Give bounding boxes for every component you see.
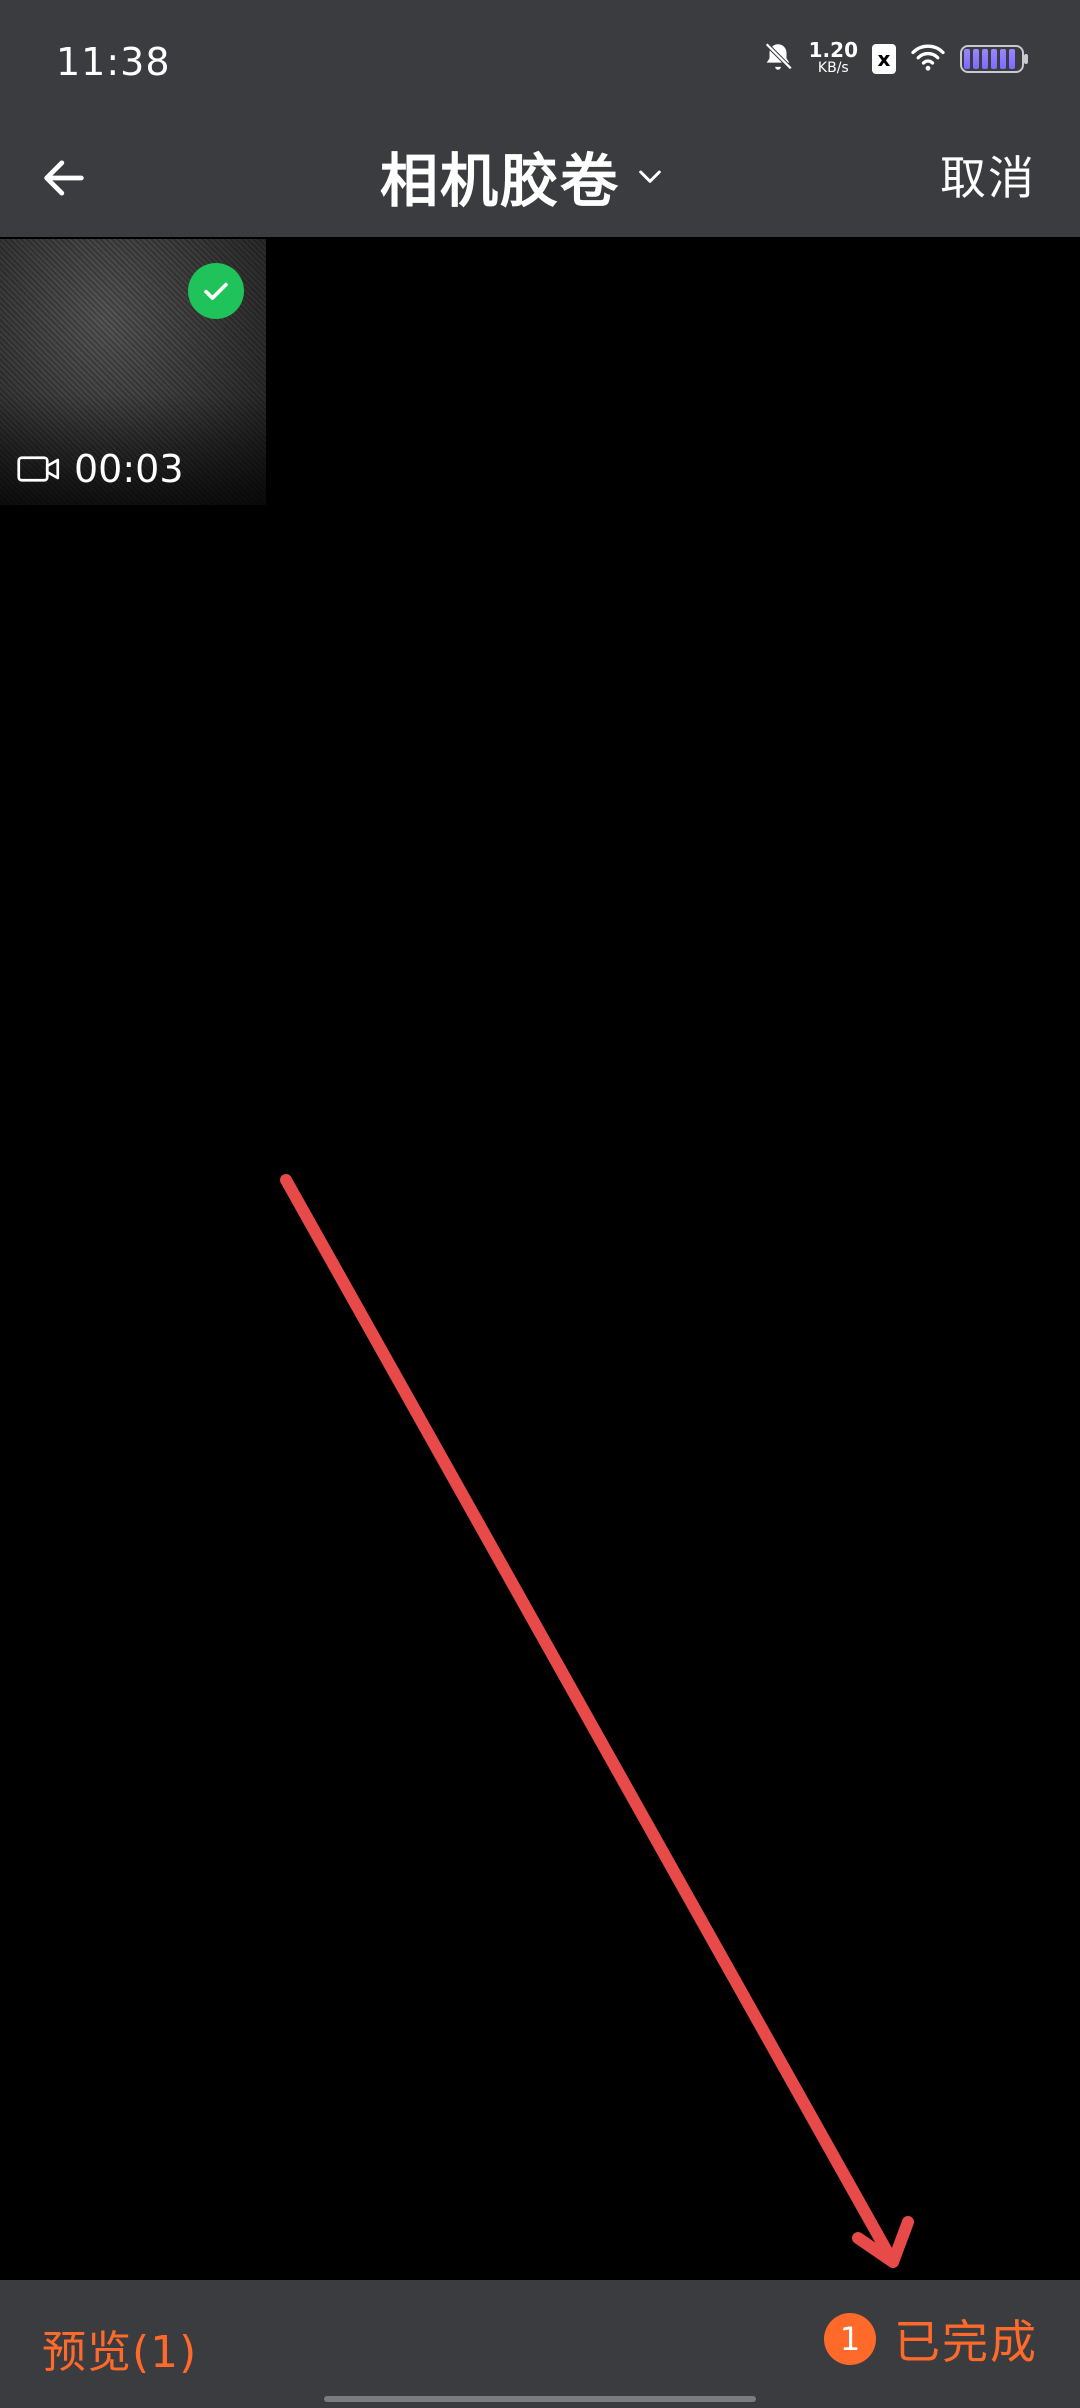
video-camera-icon: [17, 456, 60, 482]
net-speed-value: 1.20: [808, 38, 858, 62]
bottom-bar: 预览(1) 1 已完成: [0, 2280, 1080, 2408]
video-duration: 00:03: [74, 447, 184, 491]
bell-off-icon: [761, 40, 795, 78]
status-bar: 11:38 1.20 KB/s x: [0, 0, 1080, 120]
media-grid: 00:03: [0, 239, 1080, 2236]
arrow-left-icon: [44, 160, 84, 196]
cancel-button[interactable]: 取消: [940, 142, 1036, 208]
app-bar: 相机胶卷 取消: [0, 120, 1080, 237]
check-icon[interactable]: [188, 263, 244, 319]
wifi-icon: [910, 42, 946, 76]
album-selector[interactable]: 相机胶卷: [380, 136, 670, 216]
done-button[interactable]: 1 已完成: [824, 2306, 1038, 2372]
preview-button[interactable]: 预览(1): [42, 2316, 197, 2380]
selected-count-badge: 1: [824, 2313, 876, 2365]
chevron-down-icon: [630, 156, 670, 196]
video-badge: 00:03: [16, 447, 184, 491]
status-time: 11:38: [56, 40, 171, 84]
back-button[interactable]: [26, 140, 102, 216]
notification-x-icon: x: [872, 44, 896, 74]
home-indicator[interactable]: [324, 2396, 756, 2402]
battery-icon: [960, 45, 1028, 73]
net-speed-unit: KB/s: [817, 60, 849, 76]
media-thumbnail[interactable]: 00:03: [0, 239, 266, 505]
notification-x-letter: x: [877, 47, 891, 71]
net-speed: 1.20 KB/s: [808, 38, 858, 77]
album-title: 相机胶卷: [380, 147, 621, 215]
done-label: 已完成: [894, 2315, 1038, 2369]
status-icons: 1.20 KB/s x: [761, 38, 1028, 78]
